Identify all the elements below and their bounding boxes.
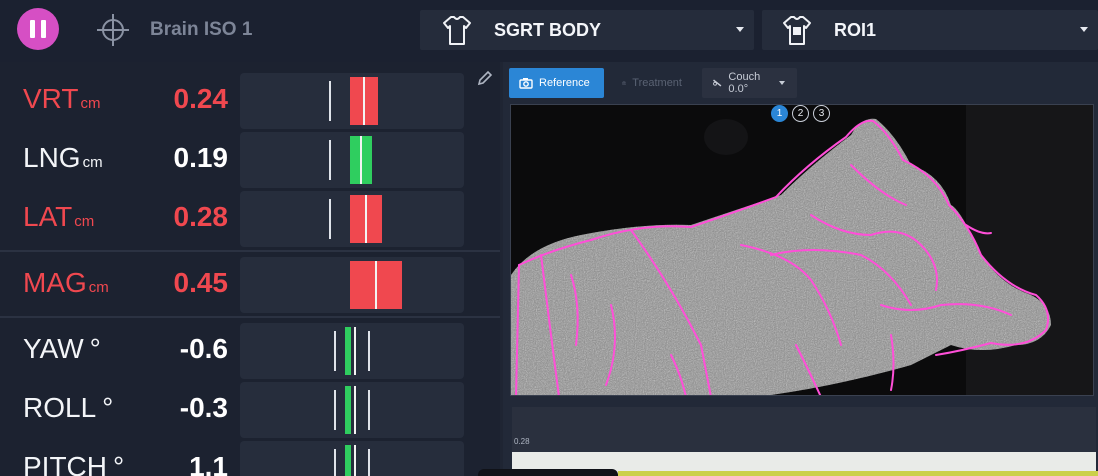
metric-value: 1.1 [189,451,228,476]
gauge-fill [345,327,351,375]
deviation-gauge [240,73,464,129]
camera-tabs: Reference Treatment Couch 0.0° [509,68,797,98]
metric-row-yaw: YAW ° -0.6 [0,320,500,379]
gauge-center-line [354,445,357,476]
step-1[interactable]: 1 [771,105,788,122]
gauge-threshold-tick [329,81,331,121]
bottom-tab-handle [478,469,618,476]
body-dropdown-label: SGRT BODY [494,19,602,40]
gauge-center-line [354,327,356,375]
metric-label: LAT cm [23,201,95,232]
deviation-gauge [240,382,464,438]
pause-button[interactable] [17,8,59,50]
roi-dropdown-label: ROI1 [834,19,877,40]
metric-row-vrt: VRT cm 0.24 [0,70,500,129]
couch-icon [713,79,722,87]
metric-value: 0.24 [173,83,229,114]
gauge-threshold-tick [334,390,336,430]
metric-value: 0.19 [173,142,229,173]
body-dropdown[interactable]: SGRT BODY [420,10,754,50]
metric-row-lat: LAT cm 0.28 [0,188,500,247]
gauge-center-line [354,386,356,434]
metric-label: YAW ° [23,333,101,364]
metric-row-pitch: PITCH ° 1.1 [0,438,500,476]
couch-angle-dropdown[interactable]: Couch 0.0° [702,68,797,98]
chevron-down-icon [779,81,785,85]
camera-icon [519,78,533,89]
gauge-fill [345,386,351,434]
deviation-gauge [240,257,464,313]
tab-treatment[interactable]: Treatment [612,68,694,98]
roi-dropdown[interactable]: ROI1 [762,10,1098,50]
camera-icon [622,81,627,85]
crosshair-icon[interactable] [96,13,130,47]
deviation-panel: VRT cm 0.24 LNG cm 0.19 LAT cm 0.28 MAG cm 0… [0,62,500,476]
bottom-status-strip [618,471,1098,476]
metric-label: VRT cm [23,83,101,114]
step-3[interactable]: 3 [813,105,830,122]
view-step-indicator: 1 2 3 [771,105,830,122]
tab-treatment-label: Treatment [632,77,682,89]
gauge-threshold-tick [368,390,370,430]
metric-value: 0.45 [173,267,229,298]
gauge-center-line [365,195,367,243]
roi-torso-icon [783,16,811,45]
gauge-center-line [360,136,362,184]
body-torso-icon [443,16,471,45]
metric-row-lng: LNG cm 0.19 [0,129,500,188]
trace-graph: 0.28 [512,407,1096,476]
camera-panel: Reference Treatment Couch 0.0° 1 2 3 0.2… [503,62,1098,476]
gauge-threshold-tick [334,449,336,476]
tab-reference[interactable]: Reference [509,68,604,98]
gauge-fill [344,445,352,476]
gauge-threshold-tick [368,449,370,476]
deviation-gauge [240,191,464,247]
deviation-gauge [240,132,464,188]
metric-label: ROLL ° [23,392,114,423]
gauge-threshold-tick [329,199,331,239]
metric-value: -0.6 [179,333,228,364]
section-divider [0,316,500,318]
metric-label: PITCH ° [23,451,125,476]
surface-camera-view[interactable] [510,104,1094,396]
pause-icon [30,20,35,38]
gauge-threshold-tick [334,331,336,371]
patient-surface-image [511,105,1093,395]
metric-label: LNG cm [23,142,103,173]
isocenter-label[interactable]: Brain ISO 1 [150,19,252,41]
gauge-center-line [375,261,377,309]
step-2[interactable]: 2 [792,105,809,122]
deviation-gauge [240,323,464,379]
couch-angle-label: Couch 0.0° [728,71,761,95]
gauge-center-line [363,77,365,125]
graph-axis-label: 0.28 [514,437,530,446]
deviation-gauge [240,441,464,476]
gauge-threshold-tick [368,331,370,371]
chevron-down-icon [1080,27,1088,32]
metric-value: -0.3 [179,392,228,423]
metric-value: 0.28 [173,201,229,232]
metric-row-mag: MAG cm 0.45 [0,254,500,313]
gauge-threshold-tick [329,140,331,180]
chevron-down-icon [736,27,744,32]
top-bar: Brain ISO 1 SGRT BODY ROI1 [0,0,1098,62]
metric-label: MAG cm [23,267,109,298]
pause-icon-bar [41,20,46,38]
metric-row-roll: ROLL ° -0.3 [0,379,500,438]
tab-reference-label: Reference [539,77,590,89]
section-divider [0,250,500,252]
